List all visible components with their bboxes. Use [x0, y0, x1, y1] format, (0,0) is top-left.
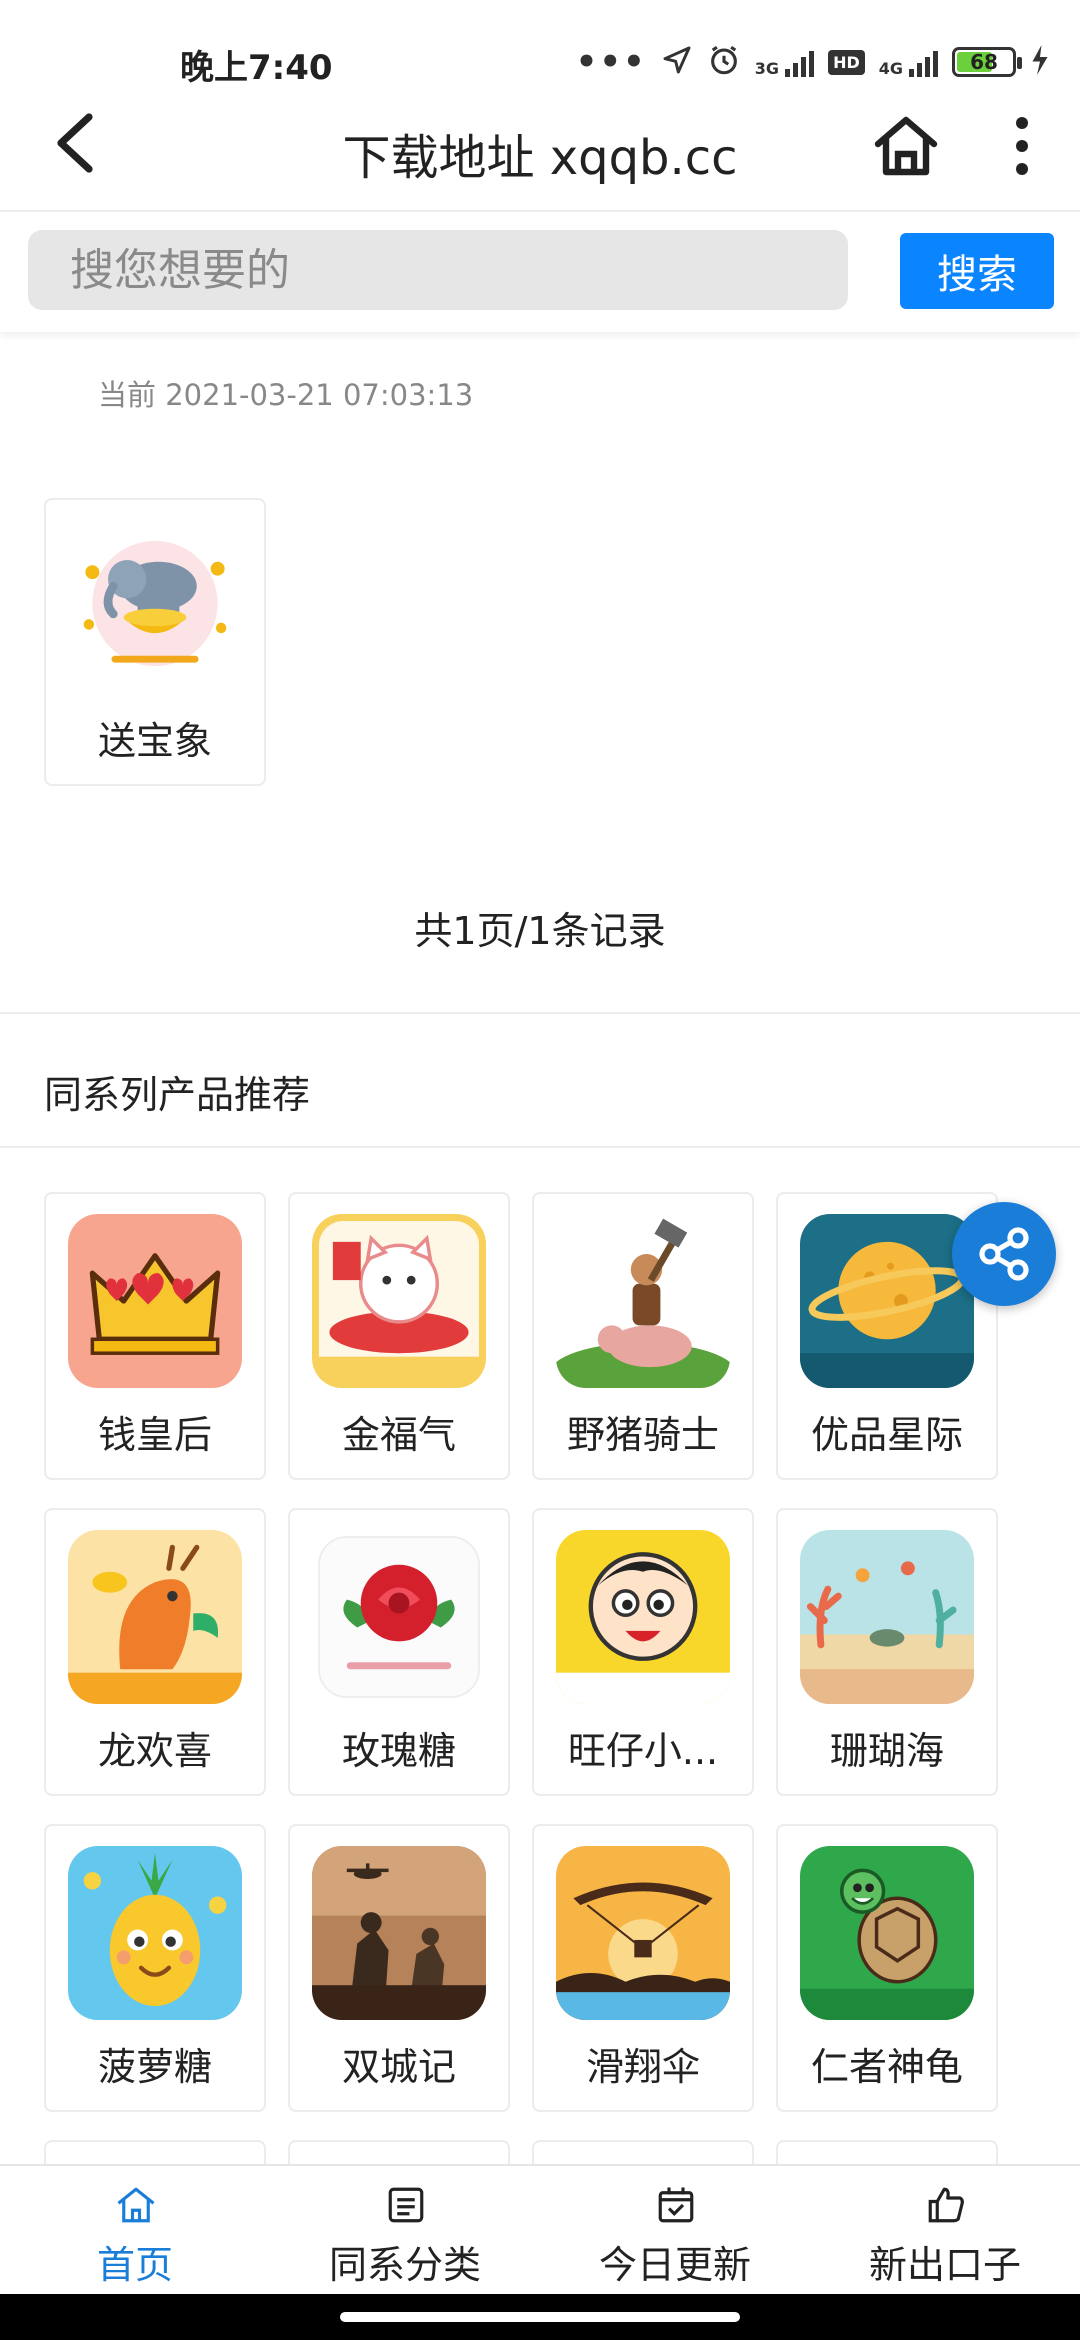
app-name: 旺仔小...	[567, 1729, 719, 1773]
page-title: 下载地址 xqqb.cc	[342, 130, 738, 186]
calendar-check-icon	[658, 2187, 694, 2223]
crown-icon	[68, 1214, 242, 1388]
nav-new-release[interactable]: 新出口子	[810, 2166, 1080, 2296]
more-dot	[1016, 163, 1028, 175]
app-name: 仁者神龟	[810, 2045, 963, 2089]
recommend-app-card[interactable]: 滑翔伞	[532, 1824, 754, 2112]
wangzai-icon	[556, 1530, 730, 1704]
battery-icon: 68	[952, 47, 1022, 77]
app-name: 金福气	[341, 1413, 456, 1457]
search-bar: 搜索	[0, 214, 1080, 332]
pagination-summary: 共1页/1条记录	[414, 909, 666, 953]
signal-4g-icon: 4G	[879, 47, 938, 77]
home-icon	[874, 116, 938, 176]
status-time: 晚上7:40	[180, 48, 333, 88]
app-name: 双城记	[341, 2045, 456, 2089]
share-icon	[979, 1227, 1029, 1281]
app-name: 玫瑰糖	[341, 1729, 456, 1773]
hd-icon: HD	[828, 49, 865, 75]
recommend-app-card[interactable]: 旺仔小...	[532, 1508, 754, 1796]
app-name: 菠萝糖	[97, 2045, 212, 2089]
app-name: 滑翔伞	[585, 2045, 700, 2089]
coral-sea-icon	[800, 1530, 974, 1704]
turtle-icon	[800, 1846, 974, 2020]
lucky-cat-icon	[312, 1214, 486, 1388]
app-screen: 晚上7:40 ••• 3G HD 4G 68 下载地址 xqqb.cc 搜您想要…	[0, 0, 1080, 2340]
current-timestamp: 当前 2021-03-21 07:03:13	[98, 378, 474, 412]
home-button[interactable]	[868, 108, 944, 184]
nav-today-update[interactable]: 今日更新	[540, 2166, 810, 2296]
app-name: 珊瑚海	[829, 1729, 944, 1773]
nav-label: 新出口子	[868, 2243, 1021, 2287]
planet-icon	[800, 1214, 974, 1388]
thumbs-up-icon	[928, 2187, 964, 2223]
recommend-app-card[interactable]: 钱皇后	[44, 1192, 266, 1480]
rose-icon	[312, 1530, 486, 1704]
recommend-app-card[interactable]: 仁者神龟	[776, 1824, 998, 2112]
recommend-app-card[interactable]: 金福气	[288, 1192, 510, 1480]
boar-rider-icon	[556, 1214, 730, 1388]
more-options-button[interactable]	[992, 108, 1052, 184]
app-name: 优品星际	[810, 1413, 963, 1457]
home-icon	[117, 2187, 155, 2223]
gesture-bar	[0, 2294, 1080, 2340]
back-button[interactable]	[40, 108, 110, 178]
recommend-app-card[interactable]: 龙欢喜	[44, 1508, 266, 1796]
soldiers-icon	[312, 1846, 486, 2020]
back-arrow-icon	[57, 113, 93, 173]
result-app-card[interactable]: 送宝象	[44, 498, 266, 786]
app-name: 钱皇后	[97, 1413, 212, 1457]
top-app-bar: 下载地址 xqqb.cc	[0, 88, 1080, 212]
nav-label: 同系分类	[328, 2243, 481, 2287]
nav-label: 今日更新	[598, 2243, 751, 2287]
recommend-app-card[interactable]: 野猪骑士	[532, 1192, 754, 1480]
section-divider	[0, 1146, 1080, 1148]
app-name: 龙欢喜	[97, 1729, 212, 1773]
list-icon	[388, 2187, 424, 2223]
recommend-app-card[interactable]: 玫瑰糖	[288, 1508, 510, 1796]
dragon-icon	[68, 1530, 242, 1704]
nav-label: 首页	[96, 2243, 173, 2287]
charging-icon	[1030, 45, 1050, 79]
section-divider	[0, 1012, 1080, 1014]
status-icons: ••• 3G HD 4G 68	[576, 40, 1050, 84]
nav-home[interactable]: 首页	[0, 2166, 270, 2296]
search-input[interactable]	[28, 230, 848, 310]
nav-category[interactable]: 同系分类	[270, 2166, 540, 2296]
battery-percent: 68	[970, 50, 998, 74]
recommend-app-card[interactable]: 珊瑚海	[776, 1508, 998, 1796]
app-name: 送宝象	[97, 719, 212, 763]
alarm-icon	[707, 43, 741, 81]
more-dot	[1016, 117, 1028, 129]
more-dot	[1016, 140, 1028, 152]
recommend-app-card[interactable]: 菠萝糖	[44, 1824, 266, 2112]
bottom-navigation: 首页 同系分类 今日更新 新出口子	[0, 2164, 1080, 2294]
home-indicator[interactable]	[340, 2312, 740, 2322]
more-notifications-icon: •••	[575, 42, 647, 82]
location-icon	[661, 44, 693, 80]
recommend-section-title: 同系列产品推荐	[44, 1073, 311, 1117]
recommend-app-card[interactable]: 双城记	[288, 1824, 510, 2112]
paraglider-icon	[556, 1846, 730, 2020]
app-name: 野猪骑士	[566, 1413, 719, 1457]
elephant-icon	[68, 520, 242, 694]
pineapple-icon	[68, 1846, 242, 2020]
signal-3g-icon: 3G	[755, 47, 815, 77]
search-button[interactable]: 搜索	[900, 233, 1054, 309]
share-button[interactable]	[952, 1202, 1056, 1306]
